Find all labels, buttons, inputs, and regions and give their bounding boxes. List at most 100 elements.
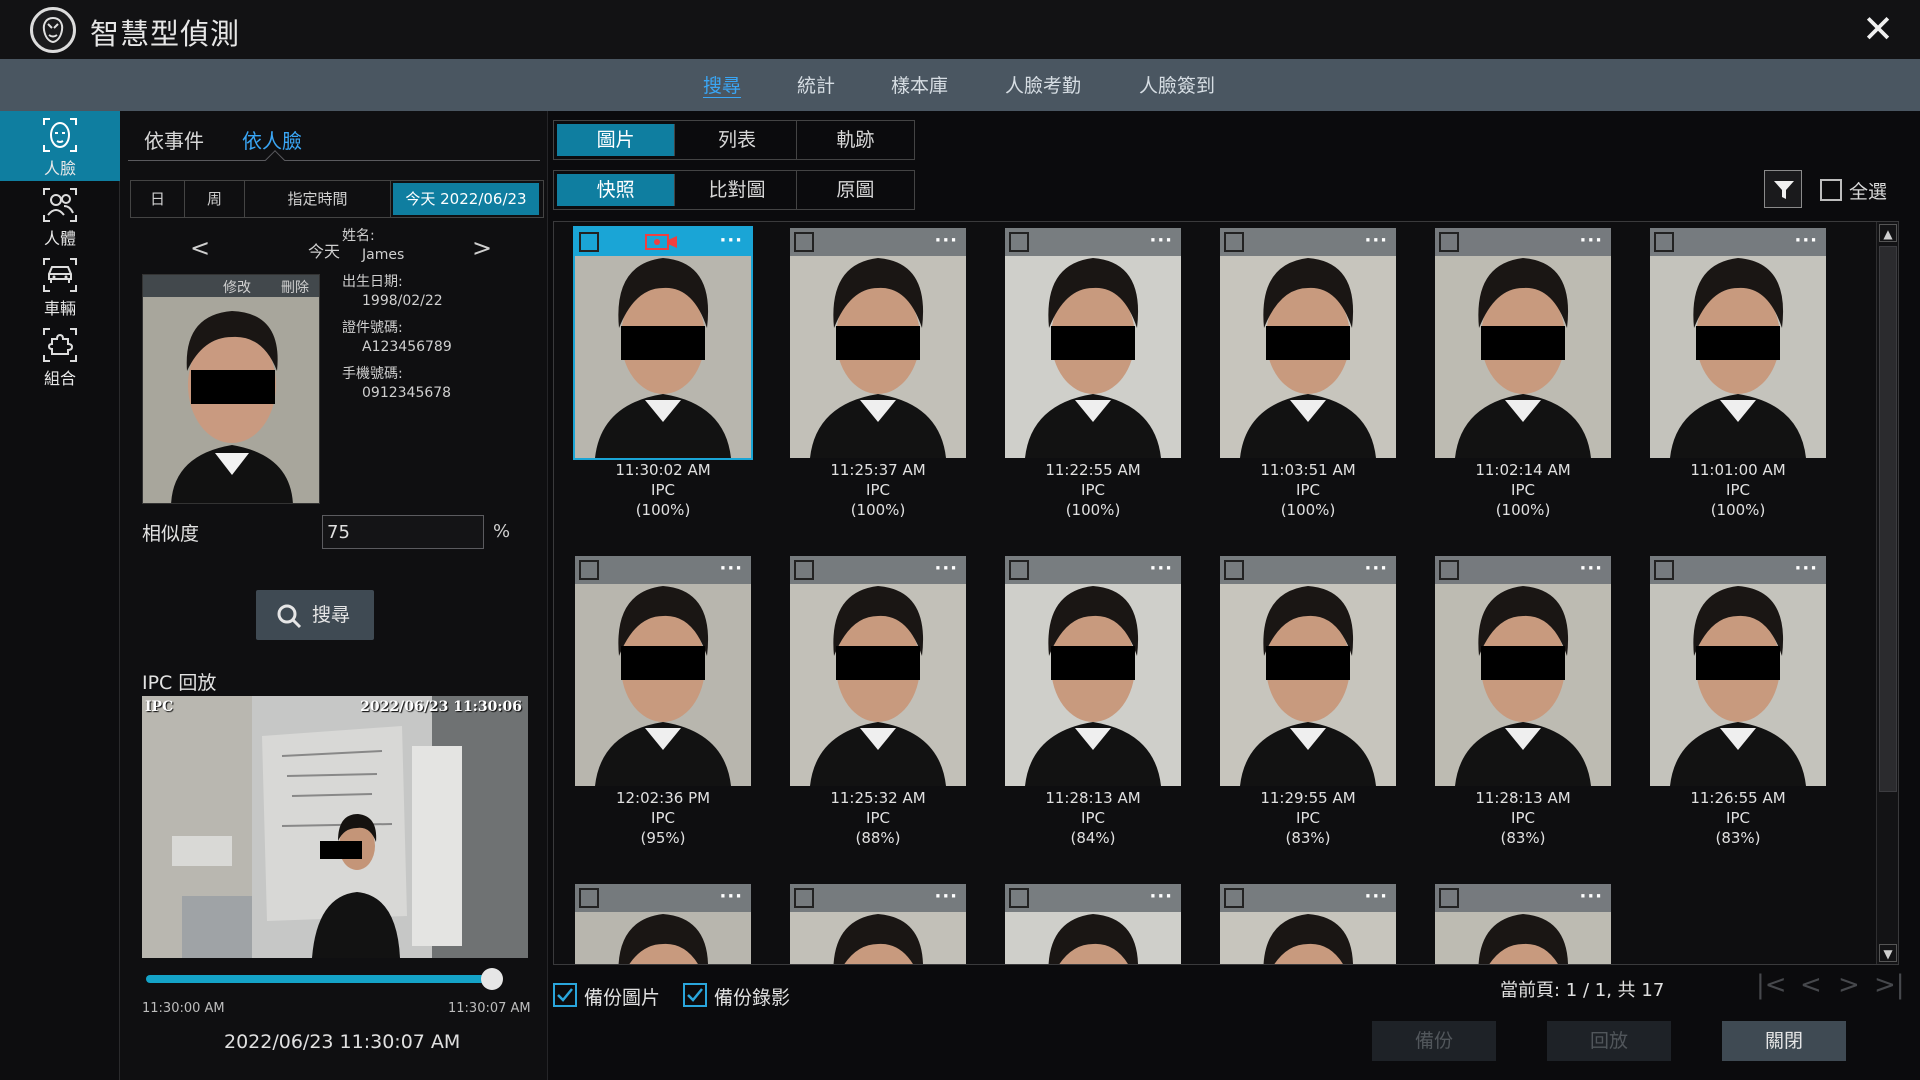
view-tab-track[interactable]: 軌跡	[797, 121, 914, 159]
rail-item-combine[interactable]: 組合	[0, 321, 120, 391]
card-checkbox[interactable]	[1439, 888, 1459, 908]
playback-button[interactable]: 回放	[1547, 1021, 1671, 1061]
select-all-checkbox[interactable]	[1820, 179, 1842, 201]
result-thumbnail[interactable]: ···	[1220, 228, 1396, 458]
results-scrollbar[interactable]: ▲ ▼	[1876, 222, 1898, 964]
more-options-icon[interactable]: ···	[1364, 886, 1388, 907]
backup-button[interactable]: 備份	[1372, 1021, 1496, 1061]
image-tab-original[interactable]: 原圖	[797, 171, 914, 209]
result-thumbnail[interactable]: ···	[790, 228, 966, 458]
more-options-icon[interactable]: ···	[1579, 558, 1603, 579]
view-tab-list[interactable]: 列表	[678, 121, 797, 159]
subtab-by-face[interactable]: 依人臉	[242, 125, 302, 154]
result-thumbnail[interactable]: ···	[575, 556, 751, 786]
scroll-thumb[interactable]	[1879, 246, 1897, 792]
date-day-button[interactable]: 日	[131, 181, 185, 217]
card-checkbox[interactable]	[794, 232, 814, 252]
result-meta: 11:25:37 AM IPC (100%)	[790, 460, 966, 520]
rail-item-body[interactable]: 人體	[0, 181, 120, 251]
tab-face-attendance[interactable]: 人臉考勤	[1005, 71, 1081, 98]
more-options-icon[interactable]: ···	[934, 558, 958, 579]
result-thumbnail[interactable]: ···	[790, 556, 966, 786]
view-tab-image[interactable]: 圖片	[557, 124, 676, 156]
more-options-icon[interactable]: ···	[719, 558, 743, 579]
filter-button[interactable]	[1764, 170, 1802, 208]
close-icon[interactable]: ✕	[1858, 8, 1898, 50]
playback-timeline[interactable]	[146, 975, 492, 983]
card-checkbox[interactable]	[1009, 888, 1029, 908]
card-checkbox[interactable]	[579, 560, 599, 580]
card-checkbox[interactable]	[1439, 560, 1459, 580]
subtab-by-event[interactable]: 依事件	[144, 125, 204, 154]
more-options-icon[interactable]: ···	[1579, 886, 1603, 907]
card-checkbox[interactable]	[579, 888, 599, 908]
delete-photo-button[interactable]: 刪除	[281, 277, 309, 297]
tab-search[interactable]: 搜尋	[703, 71, 741, 98]
more-options-icon[interactable]: ···	[1364, 230, 1388, 251]
result-thumbnail[interactable]: ···	[1005, 556, 1181, 786]
scroll-down-icon[interactable]: ▼	[1879, 944, 1897, 962]
result-thumbnail[interactable]: ···	[573, 226, 753, 460]
result-thumbnail[interactable]: ···	[790, 884, 966, 964]
more-options-icon[interactable]: ···	[1149, 886, 1173, 907]
backup-video-checkbox[interactable]	[683, 983, 707, 1007]
timeline-handle[interactable]	[481, 968, 503, 990]
rail-item-face[interactable]: 人臉	[0, 111, 120, 181]
backup-image-checkbox[interactable]	[553, 983, 577, 1007]
last-page-icon[interactable]: >|	[1874, 970, 1905, 1000]
result-thumbnail[interactable]: ···	[1220, 884, 1396, 964]
more-options-icon[interactable]: ···	[934, 230, 958, 251]
rail-item-vehicle[interactable]: 車輛	[0, 251, 120, 321]
tab-sample-library[interactable]: 樣本庫	[891, 71, 948, 98]
card-checkbox[interactable]	[1224, 888, 1244, 908]
result-thumbnail[interactable]: ···	[1005, 228, 1181, 458]
more-options-icon[interactable]: ···	[1794, 230, 1818, 251]
next-page-icon[interactable]: >	[1838, 970, 1860, 1000]
scroll-up-icon[interactable]: ▲	[1879, 224, 1897, 242]
more-options-icon[interactable]: ···	[1794, 558, 1818, 579]
tab-face-signin[interactable]: 人臉簽到	[1139, 71, 1215, 98]
record-camera-icon[interactable]	[645, 232, 679, 252]
prev-day-icon[interactable]: <	[190, 234, 210, 262]
page-info: 當前頁: 1 / 1, 共 17	[1500, 980, 1665, 1001]
image-tab-comparison[interactable]: 比對圖	[678, 171, 797, 209]
result-thumbnail[interactable]: ···	[1650, 556, 1826, 786]
next-day-icon[interactable]: >	[472, 234, 492, 262]
card-checkbox[interactable]	[1224, 232, 1244, 252]
result-thumbnail[interactable]: ···	[1435, 228, 1611, 458]
card-checkbox[interactable]	[794, 888, 814, 908]
more-options-icon[interactable]: ···	[1579, 230, 1603, 251]
card-checkbox[interactable]	[1654, 560, 1674, 580]
card-checkbox[interactable]	[1439, 232, 1459, 252]
date-custom-button[interactable]: 指定時間	[245, 181, 391, 217]
close-button[interactable]: 關閉	[1722, 1021, 1846, 1061]
date-today-button[interactable]: 今天 2022/06/23	[393, 183, 539, 215]
more-options-icon[interactable]: ···	[934, 886, 958, 907]
edit-photo-button[interactable]: 修改	[223, 277, 251, 297]
tab-statistics[interactable]: 統計	[797, 71, 835, 98]
card-checkbox[interactable]	[1224, 560, 1244, 580]
result-thumbnail[interactable]: ···	[1435, 884, 1611, 964]
more-options-icon[interactable]: ···	[719, 230, 743, 251]
card-checkbox[interactable]	[1009, 560, 1029, 580]
result-thumbnail[interactable]: ···	[1005, 884, 1181, 964]
similarity-input[interactable]	[322, 515, 484, 549]
date-week-button[interactable]: 周	[185, 181, 245, 217]
card-checkbox[interactable]	[1654, 232, 1674, 252]
search-button[interactable]: 搜尋	[256, 590, 374, 640]
more-options-icon[interactable]: ···	[719, 886, 743, 907]
result-thumbnail[interactable]: ···	[1435, 556, 1611, 786]
result-thumbnail[interactable]: ···	[575, 884, 751, 964]
result-thumbnail[interactable]: ···	[1650, 228, 1826, 458]
ipc-playback-video[interactable]: IPC 2022/06/23 11:30:06	[142, 696, 528, 958]
result-thumbnail[interactable]: ···	[1220, 556, 1396, 786]
card-checkbox[interactable]	[794, 560, 814, 580]
card-checkbox[interactable]	[1009, 232, 1029, 252]
more-options-icon[interactable]: ···	[1364, 558, 1388, 579]
more-options-icon[interactable]: ···	[1149, 558, 1173, 579]
prev-page-icon[interactable]: <	[1800, 970, 1822, 1000]
first-page-icon[interactable]: |<	[1756, 970, 1787, 1000]
more-options-icon[interactable]: ···	[1149, 230, 1173, 251]
card-checkbox[interactable]	[579, 232, 599, 252]
image-tab-snapshot[interactable]: 快照	[557, 174, 676, 206]
